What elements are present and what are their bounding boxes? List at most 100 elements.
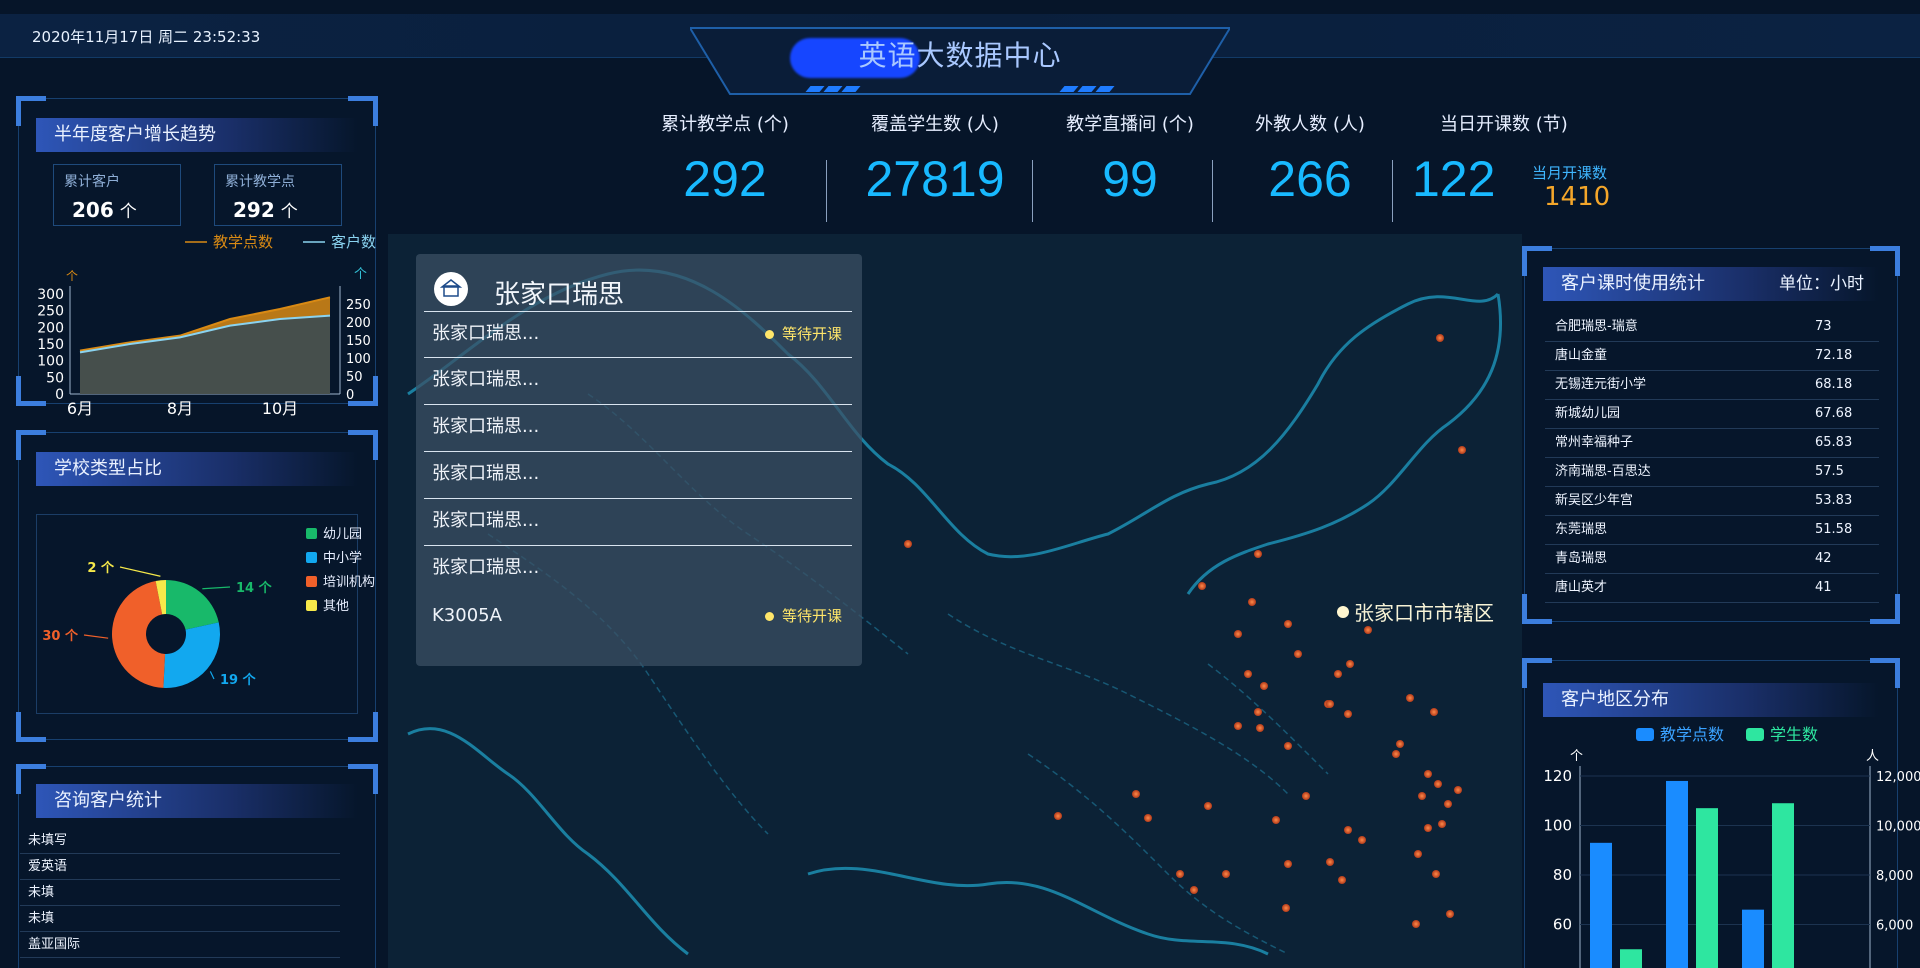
customer-dot (1338, 876, 1346, 884)
customer-dot (1458, 446, 1466, 454)
popup-row[interactable]: 张家口瑞思... (424, 546, 852, 593)
customer-dot (1302, 792, 1310, 800)
y2-tick-label: 100 (346, 352, 371, 367)
month-courses-label: 当月开课数 (1532, 164, 1608, 182)
growth-area-chart: 教学点数 客户数个 个0501001502002503000501001502002… (37, 233, 376, 418)
legend-label: 教学点数 (1660, 725, 1724, 744)
kpi-students: 覆盖学生数 (人) 27819 (840, 110, 1030, 208)
status-dot-icon (764, 330, 774, 339)
stat-value: 206 (72, 198, 114, 222)
table-row: 新吴区少年宫 53.83 (1545, 487, 1879, 516)
customer-dot (1144, 814, 1152, 822)
customer-dot (1434, 780, 1442, 788)
kpi-divider (826, 160, 827, 222)
region-bar-chart: 教学点数学生数个人4060801001204,0006,0008,00010,0… (1543, 725, 1920, 968)
y2-axis-unit: 人 (1866, 749, 1879, 764)
customer-dot (1198, 582, 1206, 590)
legend-swatch (1636, 728, 1654, 741)
highlight-point[interactable] (1337, 606, 1349, 618)
dashboard-root: 2020年11月17日 周二 23:52:33 英语大数据中心 累计教学点 (个… (0, 0, 1920, 968)
pie-leader (119, 566, 161, 577)
customer-dot (1396, 740, 1404, 748)
pie-leader (83, 634, 109, 639)
customer-dot (1244, 670, 1252, 678)
legend-label: 其他 (323, 599, 349, 614)
customer-dot (1430, 708, 1438, 716)
legend-label: 客户数 (331, 233, 376, 251)
x-tick-label: 6月 (67, 399, 93, 418)
y-tick-label: 0 (55, 387, 64, 403)
y2-tick-label: 50 (346, 370, 363, 385)
growth-panel-title: 半年度客户增长趋势 (36, 118, 358, 152)
bar-teaching-points (1742, 909, 1764, 968)
kpi-strip: 累计教学点 (个) 292 覆盖学生数 (人) 27819 教学直播间 (个) … (640, 110, 1610, 230)
popup-row[interactable]: 张家口瑞思... (424, 405, 852, 452)
customer-dot (1392, 750, 1400, 758)
kpi-live-rooms: 教学直播间 (个) 99 (1050, 110, 1210, 208)
customer-dot (1418, 792, 1426, 800)
consult-row: 未填写 (20, 828, 340, 854)
table-row: 唐山英才 41 (1545, 574, 1879, 603)
customer-dot (1204, 802, 1212, 810)
customer-dot (1436, 334, 1444, 342)
kpi-foreign-teachers: 外教人数 (人) 266 (1230, 110, 1390, 208)
bar-students (1772, 803, 1794, 968)
customer-dot (1284, 620, 1292, 628)
pie-label: 19 个 (220, 672, 257, 688)
table-row: 无锡连元街小学 68.18 (1545, 371, 1879, 400)
y-tick-label: 50 (46, 370, 64, 386)
kpi-today-courses: 当日开课数 (节) 122 (1410, 110, 1568, 208)
table-row: 唐山金童 72.18 (1545, 342, 1879, 371)
panel-corner (348, 712, 378, 742)
school-icon-glyph (439, 279, 463, 297)
stat-value-wrap: 206 个 (72, 197, 137, 222)
kpi-label: 当日开课数 (节) (1440, 114, 1568, 135)
row-value: 41 (1815, 580, 1832, 595)
y2-tick-label: 6,000 (1876, 919, 1913, 934)
y2-tick-label: 200 (346, 316, 371, 331)
row-name: 唐山英才 (1555, 580, 1608, 595)
customer-dot (1326, 858, 1334, 866)
y-tick-label: 80 (1553, 866, 1572, 884)
row-name: 无锡连元街小学 (1555, 377, 1647, 392)
location-popup: 张家口瑞思 张家口瑞思... 等待开课 张家口瑞思... 张家口瑞思... 张家… (416, 254, 862, 666)
stat-label: 累计教学点 (225, 174, 295, 190)
customer-dot (1222, 870, 1230, 878)
usage-unit: 单位：小时 (1779, 274, 1864, 294)
row-value: 73 (1815, 319, 1832, 334)
school-type-pie-chart: 14 个 幼儿园 19 个 中小学 30 个 培训机构 2 个其他 (42, 527, 375, 688)
customer-dot (1424, 824, 1432, 832)
y-tick-label: 120 (1543, 767, 1572, 785)
customer-dot (1334, 670, 1342, 678)
popup-row[interactable]: 张家口瑞思... (424, 358, 852, 405)
y-axis-unit: 个 (1570, 749, 1583, 764)
customer-dot (1446, 910, 1454, 918)
customer-dot (1294, 650, 1302, 658)
customer-dot (1132, 790, 1140, 798)
customer-dot (1234, 722, 1242, 730)
popup-row[interactable]: 张家口瑞思... (424, 499, 852, 546)
stat-label: 累计客户 (64, 174, 120, 190)
row-name: 东莞瑞思 (1555, 522, 1608, 537)
bar-teaching-points (1590, 842, 1612, 968)
customer-dot (1344, 710, 1352, 718)
popup-row[interactable]: 张家口瑞思... (424, 452, 852, 499)
customer-dot (1256, 724, 1264, 732)
customer-dot (1326, 700, 1334, 708)
customer-dot (1444, 800, 1452, 808)
customer-dot (1254, 550, 1262, 558)
pie-slice (166, 580, 219, 630)
row-name: 新城幼儿园 (1555, 406, 1621, 421)
legend-label: 培训机构 (323, 574, 375, 590)
y2-axis-unit: 个 (354, 267, 367, 282)
kpi-divider (1032, 160, 1033, 222)
customer-dot (1054, 812, 1062, 820)
y-tick-label: 300 (37, 287, 64, 303)
customer-dot (1260, 682, 1268, 690)
row-name: 合肥瑞思-瑞意 (1555, 319, 1638, 334)
popup-row-last[interactable]: K3005A 等待开课 (424, 594, 852, 641)
table-row: 常州幸福种子 65.83 (1545, 429, 1879, 458)
x-tick-label: 10月 (262, 399, 298, 418)
kpi-value: 266 (1268, 151, 1352, 207)
popup-row[interactable]: 张家口瑞思... 等待开课 (424, 311, 852, 358)
